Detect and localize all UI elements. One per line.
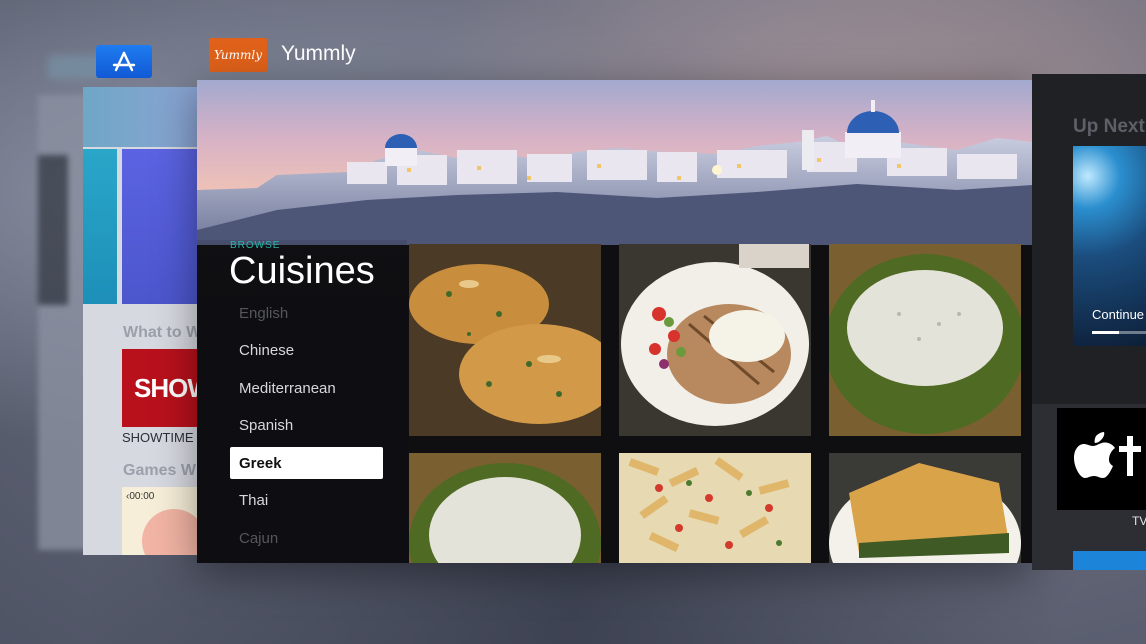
game-time: ‹00:00 xyxy=(126,491,155,502)
recipe-tile-tzatziki-2[interactable] xyxy=(409,453,601,563)
cuisine-item-chinese[interactable]: Chinese xyxy=(230,334,383,366)
cuisine-item-english[interactable]: English xyxy=(230,297,383,329)
progress-fill xyxy=(1092,331,1119,334)
tv-label: TV xyxy=(1132,514,1146,528)
recipe-tile-pasta-salad[interactable] xyxy=(619,453,811,563)
cuisine-item-spanish[interactable]: Spanish xyxy=(230,409,383,441)
app-store-card[interactable]: What to W SHOWT SHOWTIME Games W ‹00:00 xyxy=(83,87,213,555)
cuisine-item-greek[interactable]: Greek xyxy=(230,447,383,479)
app-title: Yummly xyxy=(281,42,356,65)
app-store-feature-tile[interactable] xyxy=(83,149,117,304)
blue-tile[interactable] xyxy=(1073,551,1146,570)
up-next-heading: Up Next xyxy=(1073,116,1145,137)
apple-tv-tile[interactable] xyxy=(1057,408,1146,510)
apple-logo-icon xyxy=(1074,432,1115,478)
section-heading-what-to-watch: What to W xyxy=(123,324,202,341)
recipe-tile-grilled-fish[interactable] xyxy=(619,244,811,436)
recipe-tile-spanakopita[interactable] xyxy=(829,453,1021,563)
app-store-icon[interactable] xyxy=(96,45,152,78)
app-store-hero xyxy=(83,87,213,147)
recipe-tile-tzatziki[interactable] xyxy=(829,244,1021,436)
santorini-hero-image xyxy=(197,80,1032,245)
cuisine-item-mediterranean[interactable]: Mediterranean xyxy=(230,372,383,404)
page-title: Cuisines xyxy=(229,250,375,292)
yummly-app-card[interactable]: BROWSE Cuisines English Chinese Mediterr… xyxy=(197,80,1032,563)
cuisine-item-cajun[interactable]: Cajun xyxy=(230,522,383,554)
cuisine-item-thai[interactable]: Thai xyxy=(230,484,383,516)
section-heading-games: Games W xyxy=(123,462,196,479)
showtime-label: SHOWTIME xyxy=(122,430,194,445)
tv-app-card[interactable]: Up Next Continue TV xyxy=(1032,74,1146,570)
continue-label: Continue xyxy=(1092,307,1145,322)
recipe-tile-herb-chicken[interactable] xyxy=(409,244,601,436)
yummly-app-icon: Yummly xyxy=(209,38,267,72)
progress-bar xyxy=(1092,331,1146,334)
